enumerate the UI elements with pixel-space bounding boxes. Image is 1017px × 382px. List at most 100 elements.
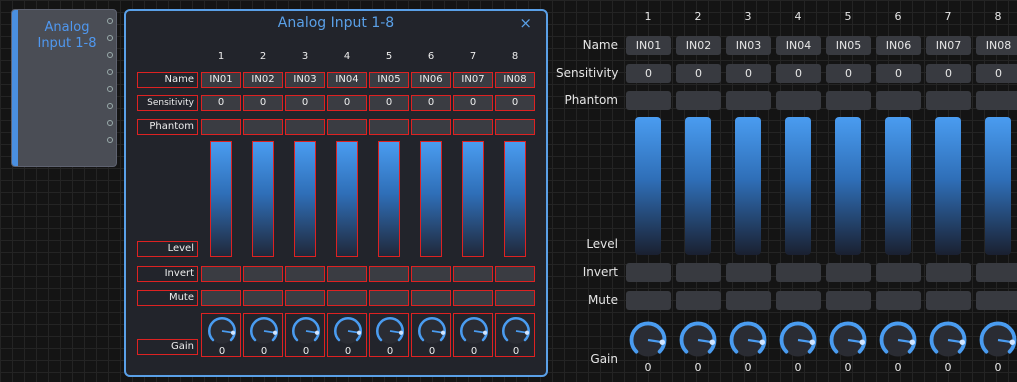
channel-sensitivity-field[interactable]: 0 — [411, 95, 451, 111]
channel-mute-toggle[interactable] — [327, 290, 367, 306]
zoom-channel-mute-toggle[interactable] — [676, 291, 721, 310]
zoom-channel-name-field[interactable]: IN02 — [676, 36, 721, 55]
zoom-channel-name-field[interactable]: IN06 — [876, 36, 921, 55]
channel-name-field[interactable]: IN01 — [201, 72, 241, 88]
port-icon[interactable] — [107, 103, 113, 109]
zoom-channel-invert-toggle[interactable] — [826, 263, 871, 282]
zoom-channel-mute-toggle[interactable] — [726, 291, 771, 310]
zoom-channel-phantom-toggle[interactable] — [976, 91, 1017, 110]
zoom-channel-sensitivity-field[interactable]: 0 — [626, 64, 671, 83]
zoom-gain-knob-icon[interactable] — [926, 318, 970, 362]
zoom-channel-mute-toggle[interactable] — [826, 291, 871, 310]
zoom-channel-sensitivity-field[interactable]: 0 — [676, 64, 721, 83]
zoom-channel-mute-toggle[interactable] — [976, 291, 1017, 310]
gain-knob-icon[interactable] — [331, 314, 365, 348]
port-icon[interactable] — [107, 52, 113, 58]
gain-knob-icon[interactable] — [415, 314, 449, 348]
zoom-channel-invert-toggle[interactable] — [926, 263, 971, 282]
channel-invert-toggle[interactable] — [201, 266, 241, 282]
port-icon[interactable] — [107, 69, 113, 75]
zoom-channel-phantom-toggle[interactable] — [726, 91, 771, 110]
channel-sensitivity-field[interactable]: 0 — [243, 95, 283, 111]
channel-sensitivity-field[interactable]: 0 — [453, 95, 493, 111]
zoom-channel-name-field[interactable]: IN05 — [826, 36, 871, 55]
gain-knob-icon[interactable] — [373, 314, 407, 348]
zoom-gain-knob-icon[interactable] — [626, 318, 670, 362]
channel-phantom-toggle[interactable] — [411, 119, 451, 135]
zoom-channel-sensitivity-field[interactable]: 0 — [826, 64, 871, 83]
channel-phantom-toggle[interactable] — [327, 119, 367, 135]
module-block[interactable]: Analog Input 1-8 — [11, 9, 117, 167]
channel-mute-toggle[interactable] — [243, 290, 283, 306]
channel-name-field[interactable]: IN05 — [369, 72, 409, 88]
zoom-channel-invert-toggle[interactable] — [976, 263, 1017, 282]
zoom-channel-sensitivity-field[interactable]: 0 — [876, 64, 921, 83]
gain-knob-icon[interactable] — [247, 314, 281, 348]
channel-sensitivity-field[interactable]: 0 — [495, 95, 535, 111]
zoom-channel-phantom-toggle[interactable] — [926, 91, 971, 110]
gain-knob-icon[interactable] — [457, 314, 491, 348]
gain-knob-icon[interactable] — [289, 314, 323, 348]
zoom-channel-phantom-toggle[interactable] — [826, 91, 871, 110]
channel-sensitivity-field[interactable]: 0 — [285, 95, 325, 111]
channel-phantom-toggle[interactable] — [369, 119, 409, 135]
channel-phantom-toggle[interactable] — [285, 119, 325, 135]
channel-invert-toggle[interactable] — [453, 266, 493, 282]
channel-mute-toggle[interactable] — [495, 290, 535, 306]
zoom-channel-invert-toggle[interactable] — [876, 263, 921, 282]
channel-sensitivity-field[interactable]: 0 — [201, 95, 241, 111]
zoom-gain-knob-icon[interactable] — [776, 318, 820, 362]
channel-invert-toggle[interactable] — [327, 266, 367, 282]
channel-mute-toggle[interactable] — [411, 290, 451, 306]
channel-invert-toggle[interactable] — [495, 266, 535, 282]
channel-mute-toggle[interactable] — [201, 290, 241, 306]
zoom-gain-knob-icon[interactable] — [826, 318, 870, 362]
channel-mute-toggle[interactable] — [285, 290, 325, 306]
zoom-gain-knob-icon[interactable] — [676, 318, 720, 362]
zoom-channel-mute-toggle[interactable] — [776, 291, 821, 310]
channel-name-field[interactable]: IN02 — [243, 72, 283, 88]
zoom-gain-knob-icon[interactable] — [876, 318, 920, 362]
channel-name-field[interactable]: IN06 — [411, 72, 451, 88]
channel-sensitivity-field[interactable]: 0 — [369, 95, 409, 111]
zoom-channel-mute-toggle[interactable] — [876, 291, 921, 310]
gain-knob-icon[interactable] — [499, 314, 533, 348]
channel-name-field[interactable]: IN03 — [285, 72, 325, 88]
channel-invert-toggle[interactable] — [369, 266, 409, 282]
channel-sensitivity-field[interactable]: 0 — [327, 95, 367, 111]
zoom-channel-name-field[interactable]: IN07 — [926, 36, 971, 55]
channel-phantom-toggle[interactable] — [201, 119, 241, 135]
channel-phantom-toggle[interactable] — [495, 119, 535, 135]
channel-phantom-toggle[interactable] — [453, 119, 493, 135]
zoom-channel-phantom-toggle[interactable] — [626, 91, 671, 110]
zoom-channel-name-field[interactable]: IN03 — [726, 36, 771, 55]
port-icon[interactable] — [107, 120, 113, 126]
zoom-channel-mute-toggle[interactable] — [926, 291, 971, 310]
channel-mute-toggle[interactable] — [369, 290, 409, 306]
zoom-channel-phantom-toggle[interactable] — [876, 91, 921, 110]
port-icon[interactable] — [107, 35, 113, 41]
zoom-channel-name-field[interactable]: IN08 — [976, 36, 1017, 55]
port-icon[interactable] — [107, 137, 113, 143]
zoom-channel-mute-toggle[interactable] — [626, 291, 671, 310]
zoom-channel-invert-toggle[interactable] — [776, 263, 821, 282]
zoom-channel-invert-toggle[interactable] — [676, 263, 721, 282]
channel-name-field[interactable]: IN07 — [453, 72, 493, 88]
zoom-channel-sensitivity-field[interactable]: 0 — [976, 64, 1017, 83]
zoom-channel-invert-toggle[interactable] — [726, 263, 771, 282]
zoom-gain-knob-icon[interactable] — [726, 318, 770, 362]
channel-name-field[interactable]: IN08 — [495, 72, 535, 88]
zoom-gain-knob-icon[interactable] — [976, 318, 1017, 362]
close-icon[interactable]: × — [519, 14, 532, 32]
zoom-channel-name-field[interactable]: IN01 — [626, 36, 671, 55]
zoom-channel-sensitivity-field[interactable]: 0 — [926, 64, 971, 83]
zoom-channel-phantom-toggle[interactable] — [776, 91, 821, 110]
port-icon[interactable] — [107, 86, 113, 92]
zoom-channel-phantom-toggle[interactable] — [676, 91, 721, 110]
channel-invert-toggle[interactable] — [285, 266, 325, 282]
zoom-channel-sensitivity-field[interactable]: 0 — [776, 64, 821, 83]
channel-mute-toggle[interactable] — [453, 290, 493, 306]
channel-invert-toggle[interactable] — [411, 266, 451, 282]
port-icon[interactable] — [107, 18, 113, 24]
gain-knob-icon[interactable] — [205, 314, 239, 348]
